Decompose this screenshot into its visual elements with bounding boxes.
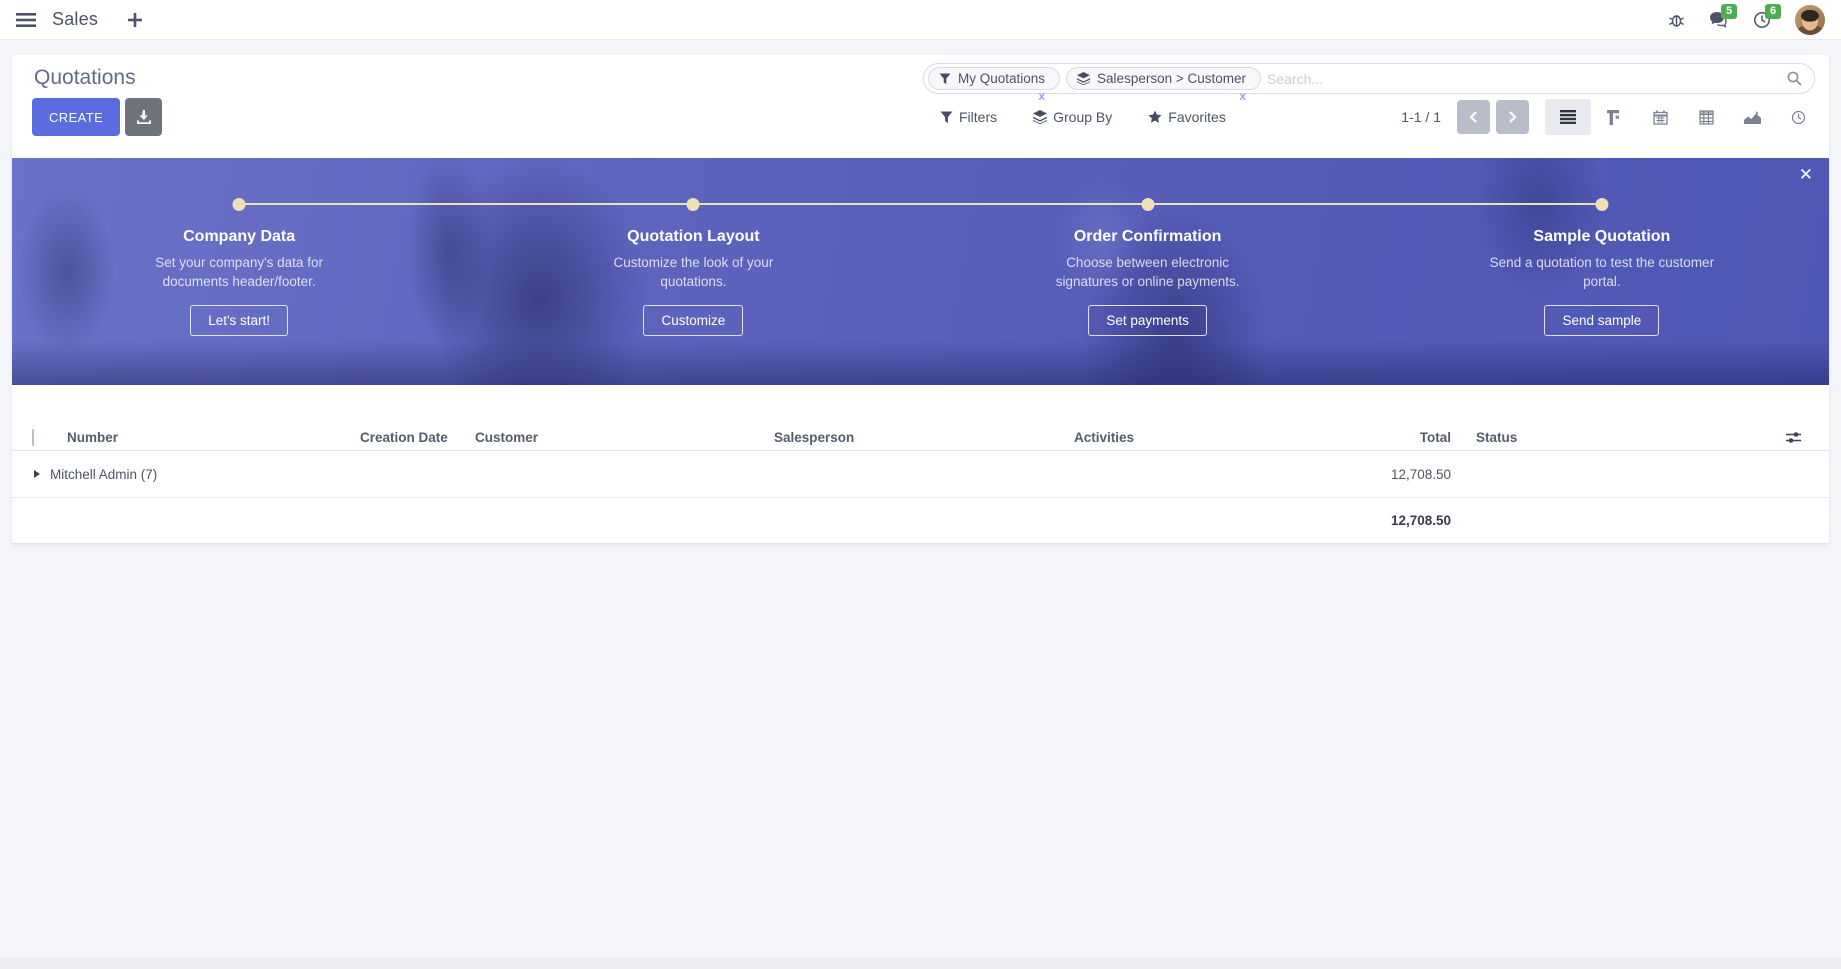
pager-next-button[interactable] bbox=[1496, 100, 1529, 134]
favorites-label: Favorites bbox=[1168, 109, 1226, 125]
search-facet-groupby[interactable]: Salesperson > Customer x bbox=[1066, 67, 1261, 90]
column-header-activities[interactable]: Activities bbox=[1074, 430, 1324, 445]
banner-close-icon[interactable]: ✕ bbox=[1799, 166, 1813, 183]
step-title: Sample Quotation bbox=[1375, 228, 1829, 246]
activity-view-icon bbox=[1791, 110, 1806, 125]
onboarding-banner: ✕ Company Data Set your company's data f… bbox=[12, 158, 1829, 385]
layers-icon bbox=[1033, 110, 1047, 124]
view-pivot-button[interactable] bbox=[1683, 99, 1729, 135]
facet-label: My Quotations bbox=[958, 71, 1045, 86]
step-title: Quotation Layout bbox=[466, 228, 920, 246]
customize-button[interactable]: Customize bbox=[643, 305, 743, 336]
facet-label: Salesperson > Customer bbox=[1097, 71, 1246, 86]
group-by-menu[interactable]: Group By bbox=[1033, 109, 1112, 125]
filters-menu[interactable]: Filters bbox=[940, 109, 997, 125]
group-label: Mitchell Admin (7) bbox=[50, 467, 157, 482]
layers-icon bbox=[1077, 72, 1090, 85]
hamburger-menu-icon[interactable] bbox=[16, 12, 36, 28]
filter-funnel-icon bbox=[940, 111, 953, 124]
step-title: Order Confirmation bbox=[921, 228, 1375, 246]
group-row-mitchell-admin[interactable]: Mitchell Admin (7) 12,708.50 bbox=[12, 451, 1829, 498]
step-description: Customize the look of your quotations. bbox=[581, 254, 806, 292]
search-bar[interactable]: My Quotations x Salesperson > Customer x bbox=[923, 63, 1815, 94]
search-input[interactable] bbox=[1267, 71, 1781, 87]
view-kanban-button[interactable] bbox=[1591, 99, 1637, 135]
step-description: Send a quotation to test the customer po… bbox=[1489, 254, 1714, 292]
onboarding-step-quotation-layout: Quotation Layout Customize the look of y… bbox=[466, 158, 920, 385]
debug-bug-icon[interactable] bbox=[1668, 11, 1685, 28]
bottom-scroll-strip[interactable] bbox=[0, 958, 1841, 969]
send-sample-button[interactable]: Send sample bbox=[1544, 305, 1659, 336]
select-all-checkbox[interactable] bbox=[32, 429, 34, 446]
optional-columns-icon[interactable] bbox=[1676, 431, 1829, 444]
control-panel: Quotations My Quotations x Salesperson >… bbox=[12, 55, 1829, 158]
calendar-view-icon bbox=[1653, 110, 1668, 125]
group-by-label: Group By bbox=[1053, 109, 1112, 125]
chevron-left-icon bbox=[1469, 111, 1478, 123]
plus-tab-icon[interactable] bbox=[128, 13, 142, 27]
footer-total: 12,708.50 bbox=[1324, 513, 1451, 528]
pager: 1-1 / 1 bbox=[1401, 99, 1529, 135]
set-payments-button[interactable]: Set payments bbox=[1088, 305, 1207, 336]
view-switcher bbox=[1545, 99, 1821, 135]
list-view-icon bbox=[1560, 110, 1576, 124]
table-header-row: Number Creation Date Customer Salesperso… bbox=[12, 424, 1829, 451]
filter-funnel-icon bbox=[939, 73, 951, 85]
column-header-number[interactable]: Number bbox=[67, 430, 360, 445]
download-icon bbox=[137, 110, 151, 124]
table-footer-row: 12,708.50 bbox=[12, 498, 1829, 544]
pager-previous-button[interactable] bbox=[1457, 100, 1490, 134]
content-card: Quotations My Quotations x Salesperson >… bbox=[12, 55, 1829, 544]
view-graph-button[interactable] bbox=[1729, 99, 1775, 135]
filters-label: Filters bbox=[959, 109, 997, 125]
kanban-view-icon bbox=[1607, 110, 1622, 125]
graph-view-icon bbox=[1744, 111, 1761, 124]
step-description: Choose between electronic signatures or … bbox=[1035, 254, 1260, 292]
step-title: Company Data bbox=[12, 228, 466, 246]
timeline-dot bbox=[1595, 198, 1608, 211]
onboarding-step-sample-quotation: Sample Quotation Send a quotation to tes… bbox=[1375, 158, 1829, 385]
export-download-button[interactable] bbox=[125, 98, 162, 136]
activities-clock-icon[interactable]: 6 bbox=[1753, 11, 1771, 29]
search-facet-my-quotations[interactable]: My Quotations x bbox=[928, 67, 1060, 90]
column-header-total[interactable]: Total bbox=[1324, 430, 1451, 445]
group-total: 12,708.50 bbox=[1324, 467, 1451, 482]
create-button[interactable]: CREATE bbox=[32, 98, 120, 136]
activities-count-badge: 6 bbox=[1765, 4, 1781, 19]
search-icon[interactable] bbox=[1787, 71, 1802, 86]
messages-count-badge: 5 bbox=[1721, 4, 1737, 19]
onboarding-step-order-confirmation: Order Confirmation Choose between electr… bbox=[921, 158, 1375, 385]
app-name[interactable]: Sales bbox=[52, 9, 98, 30]
favorites-menu[interactable]: Favorites bbox=[1148, 109, 1226, 125]
onboarding-step-company-data: Company Data Set your company's data for… bbox=[12, 158, 466, 385]
column-header-creation-date[interactable]: Creation Date bbox=[360, 430, 475, 445]
lets-start-button[interactable]: Let's start! bbox=[190, 305, 288, 336]
messages-icon[interactable]: 5 bbox=[1709, 11, 1729, 28]
pager-range: 1-1 / 1 bbox=[1401, 109, 1441, 125]
chevron-right-icon bbox=[1508, 111, 1517, 123]
top-navbar: Sales 5 6 bbox=[0, 0, 1841, 40]
user-avatar[interactable] bbox=[1795, 5, 1825, 35]
pivot-view-icon bbox=[1699, 110, 1714, 125]
view-list-button[interactable] bbox=[1545, 99, 1591, 135]
facet-remove-icon[interactable]: x bbox=[1239, 90, 1246, 102]
timeline-dot bbox=[233, 198, 246, 211]
column-header-salesperson[interactable]: Salesperson bbox=[774, 430, 1074, 445]
star-icon bbox=[1148, 110, 1162, 124]
timeline-dot bbox=[687, 198, 700, 211]
page-title: Quotations bbox=[34, 66, 136, 90]
group-expand-caret-icon[interactable] bbox=[34, 470, 40, 478]
timeline-dot bbox=[1141, 198, 1154, 211]
view-calendar-button[interactable] bbox=[1637, 99, 1683, 135]
view-activity-button[interactable] bbox=[1775, 99, 1821, 135]
step-description: Set your company's data for documents he… bbox=[127, 254, 352, 292]
column-header-customer[interactable]: Customer bbox=[475, 430, 774, 445]
column-header-status[interactable]: Status bbox=[1451, 430, 1676, 445]
